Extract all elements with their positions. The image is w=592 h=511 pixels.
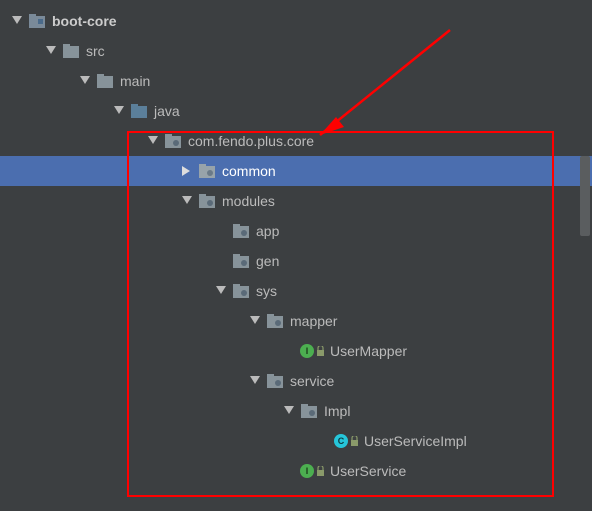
folder-icon bbox=[96, 72, 114, 90]
package-icon bbox=[300, 402, 318, 420]
tree-row-modules[interactable]: modules bbox=[0, 186, 592, 216]
tree-label: gen bbox=[256, 253, 279, 269]
tree-row-src[interactable]: src bbox=[0, 36, 592, 66]
tree-row-userservice[interactable]: I UserService bbox=[0, 456, 592, 486]
package-icon bbox=[232, 282, 250, 300]
tree-label: service bbox=[290, 373, 334, 389]
tree-row-sys[interactable]: sys bbox=[0, 276, 592, 306]
expand-arrow-icon[interactable] bbox=[112, 104, 126, 118]
tree-label: com.fendo.plus.core bbox=[188, 133, 314, 149]
tree-row-impl[interactable]: Impl bbox=[0, 396, 592, 426]
package-icon bbox=[266, 312, 284, 330]
tree-label: main bbox=[120, 73, 150, 89]
tree-label: modules bbox=[222, 193, 275, 209]
tree-label: src bbox=[86, 43, 105, 59]
expand-arrow-icon[interactable] bbox=[10, 14, 24, 28]
expand-arrow-icon[interactable] bbox=[146, 134, 160, 148]
expand-arrow-icon[interactable] bbox=[78, 74, 92, 88]
tree-row-usermapper[interactable]: I UserMapper bbox=[0, 336, 592, 366]
tree-row-boot-core[interactable]: boot-core bbox=[0, 6, 592, 36]
module-folder-icon bbox=[28, 12, 46, 30]
expand-arrow-icon[interactable] bbox=[248, 314, 262, 328]
tree-row-common[interactable]: common bbox=[0, 156, 592, 186]
class-badge-icon: C bbox=[334, 434, 348, 448]
source-root-folder-icon bbox=[130, 102, 148, 120]
tree-label: java bbox=[154, 103, 180, 119]
folder-icon bbox=[62, 42, 80, 60]
lock-icon bbox=[316, 346, 326, 356]
lock-icon bbox=[316, 466, 326, 476]
package-icon bbox=[198, 192, 216, 210]
tree-row-app[interactable]: app bbox=[0, 216, 592, 246]
package-icon bbox=[164, 132, 182, 150]
tree-row-main[interactable]: main bbox=[0, 66, 592, 96]
vertical-scrollbar-thumb[interactable] bbox=[580, 156, 590, 236]
package-icon bbox=[266, 372, 284, 390]
tree-label: Impl bbox=[324, 403, 350, 419]
collapse-arrow-icon[interactable] bbox=[180, 164, 194, 178]
tree-row-gen[interactable]: gen bbox=[0, 246, 592, 276]
expand-arrow-icon[interactable] bbox=[214, 284, 228, 298]
tree-label: sys bbox=[256, 283, 277, 299]
tree-label: app bbox=[256, 223, 279, 239]
tree-label: common bbox=[222, 163, 276, 179]
tree-label: UserMapper bbox=[330, 343, 407, 359]
expand-arrow-icon[interactable] bbox=[282, 404, 296, 418]
interface-badge-icon: I bbox=[300, 464, 314, 478]
tree-label: mapper bbox=[290, 313, 337, 329]
package-icon bbox=[232, 222, 250, 240]
expand-arrow-icon[interactable] bbox=[248, 374, 262, 388]
tree-row-mapper[interactable]: mapper bbox=[0, 306, 592, 336]
expand-arrow-icon[interactable] bbox=[180, 194, 194, 208]
interface-badge-icon: I bbox=[300, 344, 314, 358]
tree-row-service[interactable]: service bbox=[0, 366, 592, 396]
tree-row-userserviceimpl[interactable]: C UserServiceImpl bbox=[0, 426, 592, 456]
package-icon bbox=[198, 162, 216, 180]
tree-label: UserServiceImpl bbox=[364, 433, 467, 449]
lock-icon bbox=[350, 436, 360, 446]
package-icon bbox=[232, 252, 250, 270]
project-tree: boot-core src main java bbox=[0, 0, 592, 486]
tree-row-java[interactable]: java bbox=[0, 96, 592, 126]
tree-row-package-root[interactable]: com.fendo.plus.core bbox=[0, 126, 592, 156]
tree-label: boot-core bbox=[52, 13, 117, 29]
expand-arrow-icon[interactable] bbox=[44, 44, 58, 58]
tree-label: UserService bbox=[330, 463, 406, 479]
